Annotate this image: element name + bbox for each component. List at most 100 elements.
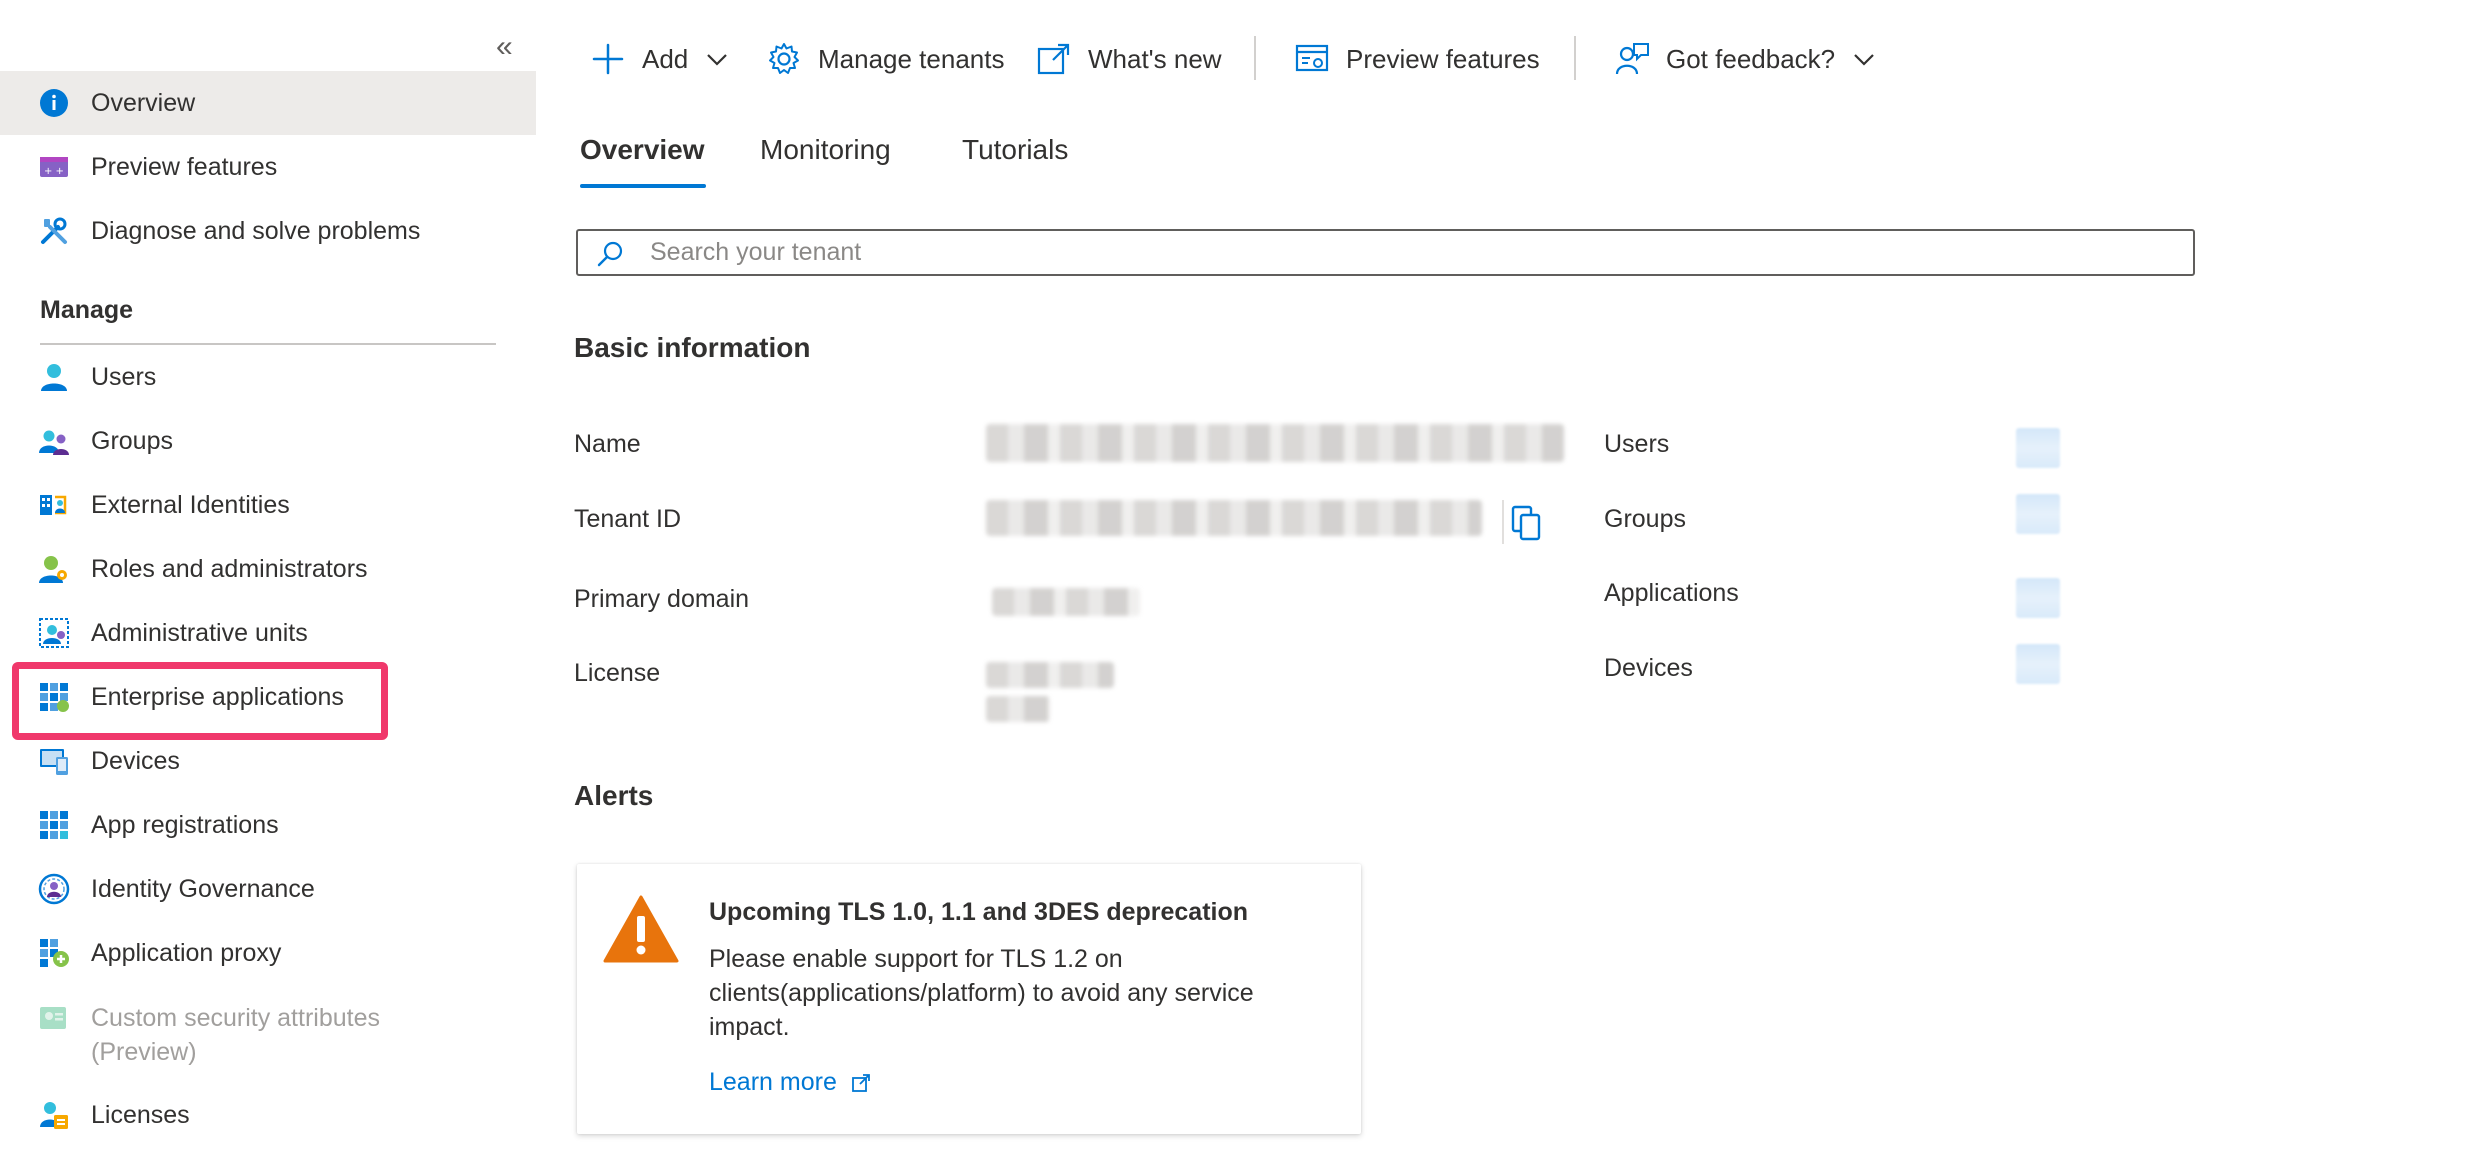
sidebar: « Overview + + Preview features Diagnose… <box>0 0 536 1170</box>
user-icon <box>41 364 67 391</box>
svg-text:+ +: + + <box>44 166 64 177</box>
add-label: Add <box>642 43 689 74</box>
sidebar-item-devices[interactable]: Devices <box>0 729 536 793</box>
sidebar-item-licenses[interactable]: Licenses <box>0 1083 536 1147</box>
sidebar-item-label: Users <box>91 362 157 391</box>
got-feedback-label: Got feedback? <box>1666 43 1836 74</box>
license-value-redacted <box>986 662 1114 688</box>
sidebar-item-label: Application proxy <box>91 938 282 967</box>
applications-count-label: Applications <box>1604 579 1739 607</box>
warning-icon <box>603 895 679 963</box>
gear-icon <box>769 43 799 74</box>
sidebar-item-label: Preview features <box>91 152 278 181</box>
external-identities-icon <box>40 495 67 515</box>
info-icon <box>40 89 68 117</box>
search-input[interactable] <box>650 231 2170 274</box>
users-count-label: Users <box>1604 430 1670 458</box>
users-count-redacted <box>2016 428 2060 468</box>
sidebar-item-identity-governance[interactable]: Identity Governance <box>0 857 536 921</box>
sidebar-item-label: App registrations <box>91 810 279 839</box>
sidebar-item-label: External Identities <box>91 490 290 519</box>
applications-count-redacted <box>2016 578 2060 618</box>
tenant-id-label: Tenant ID <box>574 505 682 533</box>
sidebar-item-users[interactable]: Users <box>0 345 536 409</box>
alert-body: Please enable support for TLS 1.2 on cli… <box>709 945 1254 1041</box>
license-label: License <box>574 659 661 687</box>
basic-information-heading: Basic information <box>574 332 811 363</box>
feedback-icon <box>1615 43 1649 75</box>
identity-governance-icon <box>38 873 70 905</box>
sidebar-item-app-registrations[interactable]: App registrations <box>0 793 536 857</box>
admin-units-icon <box>39 618 69 648</box>
preview-features-icon: + + <box>40 157 68 177</box>
sidebar-item-custom-security-attributes: Custom security attributes (Preview) <box>0 995 536 1071</box>
sidebar-item-roles[interactable]: Roles and administrators <box>0 537 536 601</box>
groups-icon <box>39 430 69 455</box>
licenses-icon <box>40 1102 68 1129</box>
sidebar-item-label: Groups <box>91 426 173 455</box>
copy-icon[interactable] <box>1510 505 1544 541</box>
license-value-redacted-2 <box>986 696 1050 722</box>
alert-title: Upcoming TLS 1.0, 1.1 and 3DES deprecati… <box>709 898 1249 926</box>
toolbar-separator <box>1574 36 1576 80</box>
plus-icon <box>592 43 624 75</box>
preview-window-icon <box>1295 44 1329 72</box>
tab-overview[interactable]: Overview <box>580 134 705 166</box>
sidebar-item-label: Overview <box>91 88 196 117</box>
custom-security-icon <box>40 1007 66 1029</box>
copy-separator <box>1502 500 1504 544</box>
chevron-down-icon <box>1854 54 1874 66</box>
tenant-id-value-redacted <box>986 500 1482 536</box>
sidebar-item-label: Devices <box>91 746 180 775</box>
preview-features-label: Preview features <box>1346 43 1540 74</box>
sidebar-item-administrative-units[interactable]: Administrative units <box>0 601 536 665</box>
whats-new-label: What's new <box>1088 43 1222 74</box>
sidebar-item-application-proxy[interactable]: Application proxy <box>0 921 536 985</box>
tab-tutorials[interactable]: Tutorials <box>962 134 1068 166</box>
sidebar-item-external-identities[interactable]: External Identities <box>0 473 536 537</box>
manage-section-header: Manage <box>40 296 134 324</box>
sidebar-item-overview[interactable]: Overview <box>0 71 536 135</box>
active-tab-indicator <box>580 184 706 188</box>
external-link-icon <box>851 1073 870 1092</box>
sidebar-item-label: Administrative units <box>91 618 308 647</box>
search-icon <box>597 241 623 267</box>
tools-icon <box>41 217 67 244</box>
sidebar-item-diagnose[interactable]: Diagnose and solve problems <box>0 199 536 263</box>
sidebar-item-label: Identity Governance <box>91 874 315 903</box>
whats-new-button[interactable]: What's new <box>1036 38 1222 80</box>
manage-tenants-label: Manage tenants <box>818 43 1005 74</box>
sidebar-item-preview-features[interactable]: + + Preview features <box>0 135 536 199</box>
alert-card: Upcoming TLS 1.0, 1.1 and 3DES deprecati… <box>577 864 1361 1134</box>
sidebar-item-label: Diagnose and solve problems <box>91 216 421 245</box>
app-registrations-icon <box>40 811 68 839</box>
got-feedback-button[interactable]: Got feedback? <box>1614 38 1875 80</box>
devices-count-label: Devices <box>1604 654 1693 682</box>
sidebar-item-groups[interactable]: Groups <box>0 409 536 473</box>
sidebar-item-label: Licenses <box>91 1100 190 1129</box>
preview-features-button[interactable]: Preview features <box>1294 38 1540 80</box>
learn-more-label: Learn more <box>709 1068 837 1096</box>
name-value-redacted <box>986 424 1564 462</box>
name-label: Name <box>574 430 641 458</box>
primary-domain-label: Primary domain <box>574 585 750 613</box>
tab-monitoring[interactable]: Monitoring <box>760 134 891 166</box>
toolbar-separator <box>1254 36 1256 80</box>
application-proxy-icon <box>40 939 69 967</box>
chevron-down-icon <box>707 54 728 66</box>
devices-icon <box>40 749 68 775</box>
devices-count-redacted <box>2016 644 2060 684</box>
roles-icon <box>39 556 67 583</box>
external-link-icon <box>1037 43 1070 75</box>
groups-count-label: Groups <box>1604 505 1686 533</box>
groups-count-redacted <box>2016 494 2060 534</box>
primary-domain-value-redacted <box>992 588 1140 616</box>
collapse-sidebar-button[interactable]: « <box>496 32 513 62</box>
alerts-heading: Alerts <box>574 780 654 811</box>
learn-more-link[interactable]: Learn more <box>709 1068 871 1097</box>
sidebar-item-label: Roles and administrators <box>91 554 368 583</box>
search-box[interactable] <box>576 229 2195 276</box>
manage-tenants-button[interactable]: Manage tenants <box>766 38 1004 80</box>
sidebar-item-label: Custom security attributes (Preview) <box>91 1004 380 1066</box>
add-button[interactable]: Add <box>590 38 728 80</box>
